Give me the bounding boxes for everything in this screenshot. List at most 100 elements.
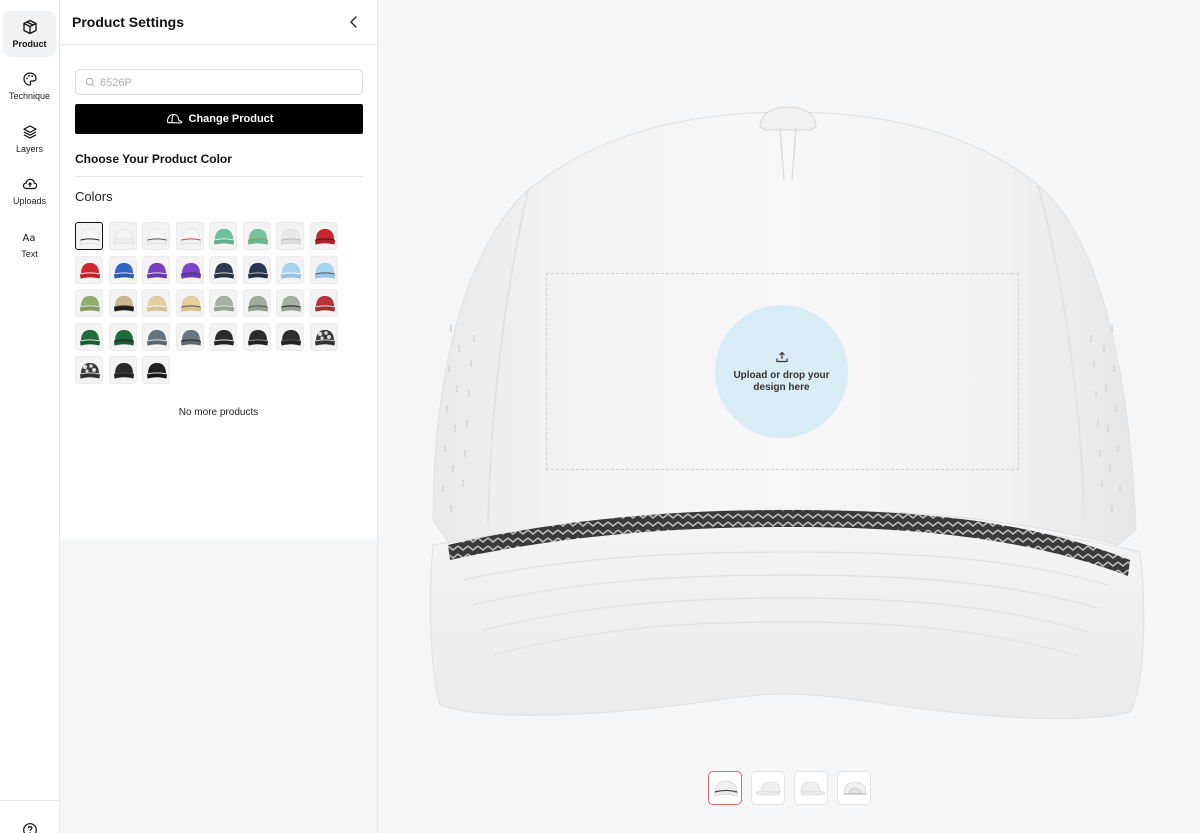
color-swatch[interactable]: [109, 356, 137, 384]
cap-color-icon: [146, 228, 168, 245]
product-search: [75, 69, 363, 95]
thumbnail-left[interactable]: [751, 771, 785, 805]
color-swatch[interactable]: [209, 289, 237, 317]
thumbnail-right[interactable]: [794, 771, 828, 805]
cap-color-icon: [146, 329, 168, 346]
box-icon: [22, 19, 37, 35]
color-swatch[interactable]: [276, 222, 304, 250]
color-swatch[interactable]: [310, 256, 338, 284]
color-swatch[interactable]: [176, 289, 204, 317]
upload-dropzone[interactable]: Upload or drop your design here: [715, 305, 848, 438]
color-swatch[interactable]: [75, 222, 103, 250]
rail-item-text[interactable]: Aa Text: [3, 221, 56, 267]
color-swatch[interactable]: [109, 222, 137, 250]
thumbnail-front[interactable]: [708, 771, 742, 805]
color-swatch[interactable]: [142, 256, 170, 284]
cap-color-icon: [180, 329, 202, 346]
product-settings-panel: Product Settings Change Product Choose Y…: [60, 0, 378, 833]
search-input[interactable]: [100, 74, 350, 91]
color-swatch[interactable]: [176, 256, 204, 284]
thumbnail-back[interactable]: [837, 771, 871, 805]
text-icon: Aa: [22, 233, 35, 244]
rail-item-layers[interactable]: Layers: [3, 116, 56, 162]
color-swatch[interactable]: [276, 289, 304, 317]
rail-label-text: Text: [21, 249, 38, 259]
cap-color-icon: [146, 362, 168, 379]
cap-color-icon: [146, 295, 168, 312]
rail-item-uploads[interactable]: Uploads: [3, 168, 56, 214]
panel-header: Product Settings: [60, 0, 377, 45]
cap-color-icon: [113, 329, 135, 346]
rail-label-product: Product: [12, 39, 47, 49]
color-swatch[interactable]: [75, 323, 103, 351]
cap-color-icon: [213, 329, 235, 346]
cap-right-thumbnail: [800, 781, 826, 796]
cap-color-icon: [79, 228, 101, 245]
color-swatch[interactable]: [142, 356, 170, 384]
color-swatch[interactable]: [176, 323, 204, 351]
color-swatch[interactable]: [109, 256, 137, 284]
color-swatch[interactable]: [276, 256, 304, 284]
color-swatch[interactable]: [209, 256, 237, 284]
upload-text: Upload or drop your design here: [733, 369, 830, 393]
color-swatch[interactable]: [142, 222, 170, 250]
color-heading: Choose Your Product Color: [75, 152, 232, 166]
cap-color-icon: [314, 262, 336, 279]
no-more-products: No more products: [178, 407, 259, 418]
cap-color-icon: [213, 262, 235, 279]
cap-color-icon: [280, 295, 302, 312]
cap-color-icon: [213, 295, 235, 312]
panel-title: Product Settings: [72, 14, 185, 30]
color-swatch[interactable]: [243, 256, 271, 284]
color-swatch[interactable]: [109, 323, 137, 351]
color-swatch[interactable]: [142, 289, 170, 317]
color-swatch[interactable]: [310, 222, 338, 250]
cap-icon: [166, 113, 182, 124]
color-swatch[interactable]: [209, 323, 237, 351]
cap-color-icon: [247, 329, 269, 346]
color-swatch[interactable]: [310, 323, 338, 351]
cap-color-icon: [180, 295, 202, 312]
cap-color-icon: [247, 228, 269, 245]
chevron-left-icon[interactable]: [346, 14, 362, 30]
change-product-button[interactable]: Change Product: [75, 104, 363, 134]
color-swatch[interactable]: [310, 289, 338, 317]
color-swatch[interactable]: [75, 289, 103, 317]
help-circle-icon[interactable]: [22, 822, 38, 833]
color-swatch[interactable]: [276, 323, 304, 351]
colors-label: Colors: [75, 189, 113, 204]
change-product-label: Change Product: [188, 113, 274, 125]
color-swatch[interactable]: [75, 356, 103, 384]
panel-content: Product Settings Change Product Choose Y…: [60, 0, 377, 540]
color-swatch[interactable]: [243, 323, 271, 351]
upload-icon: [775, 351, 788, 362]
cap-color-icon: [280, 262, 302, 279]
cap-color-icon: [213, 228, 235, 245]
color-swatch[interactable]: [176, 222, 204, 250]
cap-back-thumbnail: [843, 781, 867, 795]
color-swatch[interactable]: [243, 222, 271, 250]
cap-color-icon: [113, 228, 135, 245]
cap-color-icon: [247, 295, 269, 312]
tool-rail: Product Technique Layers Uploads Aa Text: [0, 0, 60, 833]
color-swatch[interactable]: [142, 323, 170, 351]
color-swatch[interactable]: [243, 289, 271, 317]
cap-color-icon: [79, 362, 101, 379]
cap-color-icon: [280, 228, 302, 245]
cap-color-icon: [79, 329, 101, 346]
color-divider: [75, 176, 363, 177]
cap-color-icon: [314, 228, 336, 245]
rail-divider: [0, 800, 60, 801]
color-swatch[interactable]: [209, 222, 237, 250]
color-swatch[interactable]: [75, 256, 103, 284]
search-icon: [85, 77, 96, 88]
svg-text:Aa: Aa: [22, 233, 35, 244]
rail-item-product[interactable]: Product: [3, 11, 56, 57]
cap-left-thumbnail: [755, 781, 781, 796]
color-swatch[interactable]: [109, 289, 137, 317]
cap-color-icon: [146, 262, 168, 279]
design-canvas: Upload or drop your design here: [378, 0, 1200, 833]
cloud-upload-icon: [22, 178, 37, 190]
rail-item-technique[interactable]: Technique: [3, 63, 56, 109]
cap-color-icon: [314, 295, 336, 312]
